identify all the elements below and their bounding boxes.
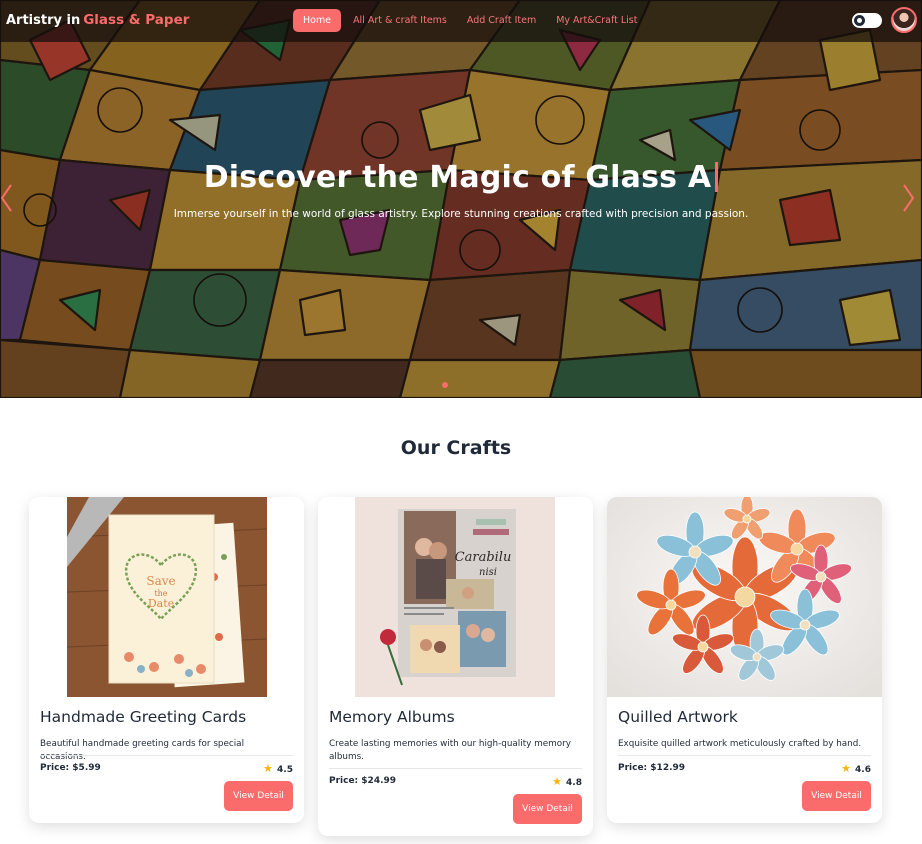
craft-image — [607, 497, 882, 697]
hero-overlay — [0, 0, 922, 398]
hero-title: Discover the Magic of Glass A — [0, 160, 922, 195]
view-detail-button[interactable]: View Detail — [224, 781, 293, 811]
card-image-text-date: Date — [148, 597, 174, 610]
brand-prefix: Artistry in — [6, 13, 81, 28]
album-image-text-2: nisi — [479, 567, 497, 578]
greeting-card-image: Save the Date — [66, 497, 268, 697]
chevron-left-icon — [0, 184, 12, 212]
card-rating-value: 4.6 — [855, 765, 871, 775]
brand-logo[interactable]: Artistry in Glass & Paper — [6, 12, 189, 28]
section-title: Our Crafts — [400, 437, 512, 459]
card-divider — [618, 755, 871, 756]
star-icon: ★ — [263, 762, 274, 775]
carousel-dot-active[interactable] — [442, 382, 448, 388]
carousel-prev-button[interactable] — [0, 183, 16, 213]
card-rating-value: 4.5 — [277, 765, 293, 775]
card-description: Create lasting memories with our high-qu… — [329, 739, 571, 762]
card-description: Exquisite quilled artwork meticulously c… — [618, 739, 862, 749]
nav-link-all-items[interactable]: All Art & craft Items — [353, 15, 447, 26]
craft-card: Save the Date Handmade Greeting Cards Be… — [29, 497, 304, 823]
card-title: Handmade Greeting Cards — [40, 708, 247, 726]
card-divider — [329, 768, 582, 769]
card-rating: ★ 4.8 — [552, 775, 582, 788]
view-detail-button[interactable]: View Detail — [513, 794, 582, 824]
craft-card: Quilled Artwork Exquisite quilled artwor… — [607, 497, 882, 823]
card-divider — [40, 755, 293, 756]
nav-link-add-craft[interactable]: Add Craft Item — [467, 15, 536, 26]
hero-subtitle: Immerse yourself in the world of glass a… — [173, 208, 749, 220]
brand-accent: Glass & Paper — [83, 12, 190, 28]
craft-image: Carabilu nisi — [318, 497, 593, 697]
card-description: Beautiful handmade greeting cards for sp… — [40, 739, 245, 762]
nav-link-home[interactable]: Home — [293, 9, 342, 32]
view-detail-button[interactable]: View Detail — [802, 781, 871, 811]
chevron-right-icon — [903, 184, 915, 212]
theme-toggle[interactable] — [852, 13, 882, 28]
theme-toggle-icon — [854, 15, 865, 26]
nav-links: Home All Art & craft Items Add Craft Ite… — [293, 9, 657, 32]
carousel-next-button[interactable] — [900, 183, 916, 213]
card-image-text-save: Save — [146, 574, 175, 588]
nav-link-my-list[interactable]: My Art&Craft List — [556, 15, 637, 26]
card-price: Price: $12.99 — [618, 763, 686, 773]
hero-carousel: Discover the Magic of Glass A Immerse yo… — [0, 0, 922, 398]
star-icon: ★ — [552, 775, 563, 788]
card-rating-value: 4.8 — [566, 778, 582, 788]
star-icon: ★ — [841, 762, 852, 775]
quilled-artwork-image — [607, 497, 882, 697]
craft-image: Save the Date — [29, 497, 304, 697]
user-avatar[interactable] — [891, 7, 917, 33]
card-price: Price: $24.99 — [329, 776, 397, 786]
navbar: Artistry in Glass & Paper Home All Art & … — [0, 0, 922, 42]
card-title: Quilled Artwork — [618, 708, 738, 726]
album-image-text-1: Carabilu — [455, 550, 512, 565]
memory-album-image: Carabilu nisi — [355, 497, 555, 697]
card-rating: ★ 4.6 — [841, 762, 871, 775]
card-price: Price: $5.99 — [40, 763, 101, 773]
card-rating: ★ 4.5 — [263, 762, 293, 775]
craft-card: Carabilu nisi Memory Albums Create lasti… — [318, 497, 593, 836]
card-title: Memory Albums — [329, 708, 455, 726]
typing-cursor — [715, 162, 719, 192]
